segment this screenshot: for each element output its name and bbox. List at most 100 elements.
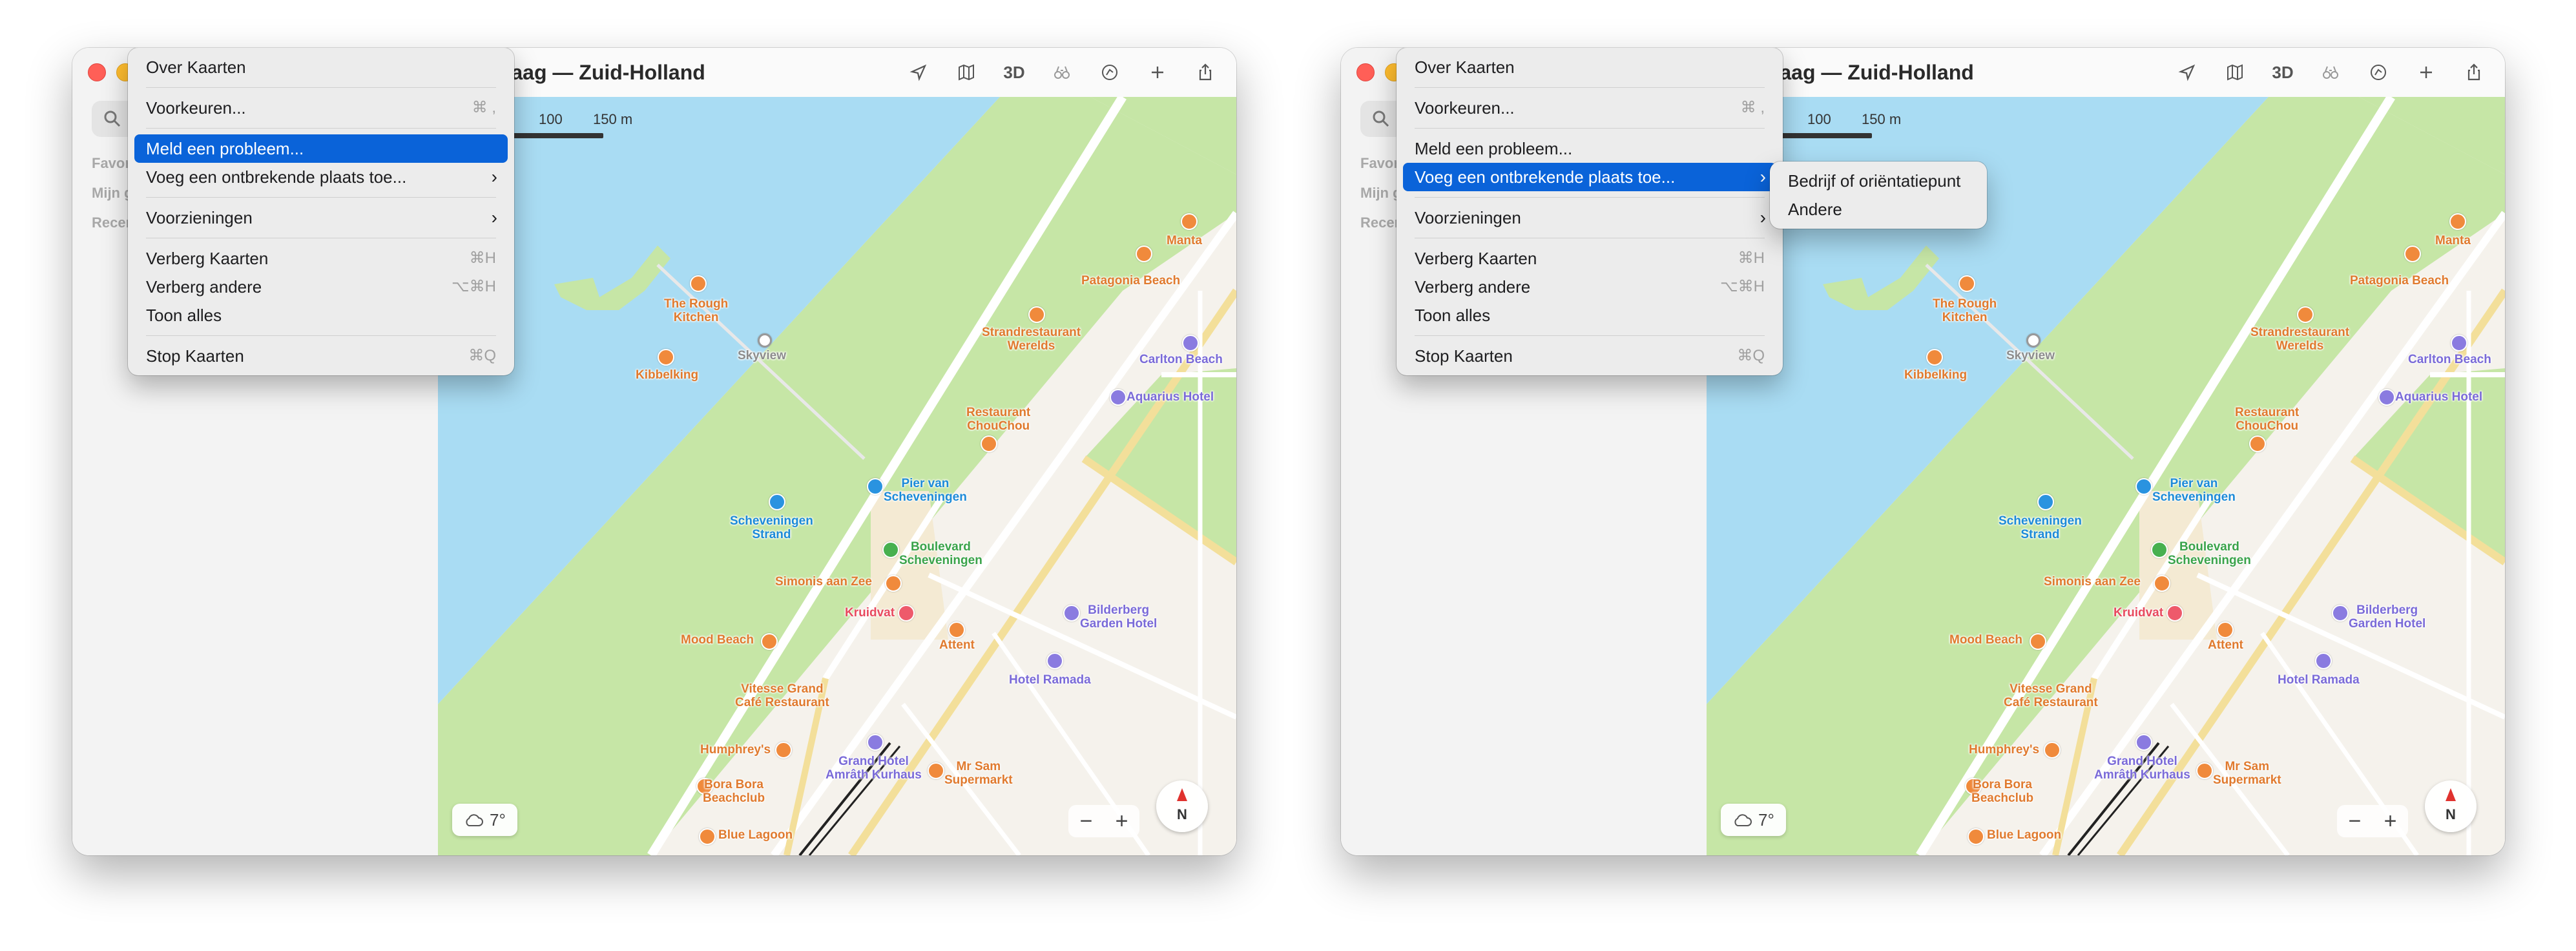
close-button[interactable] — [88, 63, 106, 81]
restaurant-pin[interactable] — [2217, 622, 2234, 638]
close-button[interactable] — [1356, 63, 1375, 81]
place-bluelagoon[interactable]: Blue Lagoon — [1987, 828, 2061, 842]
place-attent[interactable]: Attent — [2208, 638, 2243, 652]
zoom-out-button[interactable]: − — [1080, 809, 1093, 834]
restaurant-pin[interactable] — [761, 633, 778, 650]
menu-item-add-missing-place[interactable]: Voeg een ontbrekende plaats toe... › — [1403, 163, 1776, 191]
place-strandrestaurant[interactable]: Strandrestaurant Werelds — [2250, 326, 2349, 353]
place-vitesse[interactable]: Vitesse Grand Café Restaurant — [735, 682, 829, 709]
shop-pin[interactable] — [898, 605, 915, 622]
restaurant-pin[interactable] — [1958, 275, 1975, 292]
place-manta[interactable]: Manta — [2435, 234, 2471, 247]
menu-item-quit[interactable]: Stop Kaarten ⌘Q — [1403, 342, 1776, 370]
place-rough-kitchen[interactable]: The Rough Kitchen — [1933, 297, 1997, 324]
menu-item-hide[interactable]: Verberg Kaarten ⌘H — [134, 244, 508, 273]
map-view[interactable]: 0 100 150 m The RoughKitchen Skyview Kib… — [438, 97, 1236, 855]
place-boulevard[interactable]: Boulevard Scheveningen — [899, 540, 982, 567]
submenu-item-business-landmark[interactable]: Bedrijf of oriëntatiepunt — [1776, 167, 1980, 195]
place-humphreys[interactable]: Humphrey's — [1969, 743, 2039, 757]
submenu-item-other[interactable]: Andere — [1776, 195, 1980, 224]
location-arrow-icon[interactable] — [2166, 58, 2208, 87]
zoom-in-button[interactable]: + — [1116, 809, 1128, 834]
restaurant-pin[interactable] — [658, 349, 674, 366]
place-patagonia[interactable]: Patagonia Beach — [1081, 274, 1180, 287]
restaurant-pin[interactable] — [981, 435, 997, 452]
place-simonis[interactable]: Simonis aan Zee — [2044, 575, 2141, 589]
menu-item-hide[interactable]: Verberg Kaarten ⌘H — [1403, 244, 1776, 273]
place-borabora[interactable]: Bora Bora Beachclub — [703, 778, 765, 805]
share-icon[interactable] — [2453, 58, 2495, 87]
hotel-pin[interactable] — [2378, 389, 2395, 406]
place-moodbeach[interactable]: Mood Beach — [681, 633, 754, 647]
place-kruidvat[interactable]: Kruidvat — [2114, 606, 2163, 620]
restaurant-pin[interactable] — [1968, 828, 1984, 845]
compass[interactable]: N — [2425, 780, 2477, 832]
restaurant-pin[interactable] — [1136, 246, 1152, 262]
menu-item-report-problem[interactable]: Meld een probleem... — [1403, 134, 1776, 163]
hotel-pin[interactable] — [1182, 335, 1199, 351]
place-aquarius[interactable]: Aquarius Hotel — [1127, 390, 1214, 404]
menu-item-quit[interactable]: Stop Kaarten ⌘Q — [134, 342, 508, 370]
place-bilderberg[interactable]: Bilderberg Garden Hotel — [2349, 603, 2425, 631]
viewpoint-pin[interactable] — [2026, 333, 2041, 348]
hotel-pin[interactable] — [2315, 653, 2332, 669]
place-mrsam[interactable]: Mr Sam Supermarkt — [2213, 760, 2281, 787]
restaurant-pin[interactable] — [2249, 435, 2266, 452]
location-arrow-icon[interactable] — [898, 58, 939, 87]
route-icon[interactable] — [2358, 58, 2399, 87]
viewpoint-pin[interactable] — [758, 333, 772, 348]
supermarket-pin[interactable] — [928, 762, 944, 779]
hotel-pin[interactable] — [2135, 734, 2152, 751]
place-manta[interactable]: Manta — [1167, 234, 1202, 247]
place-pier[interactable]: Pier van Scheveningen — [2152, 477, 2236, 504]
place-rough-kitchen[interactable]: The Rough Kitchen — [664, 297, 728, 324]
place-carlton[interactable]: Carlton Beach — [2408, 353, 2491, 366]
place-kibbelking[interactable]: Kibbelking — [1904, 368, 1967, 382]
map-icon[interactable] — [946, 58, 987, 87]
menu-item-about[interactable]: Over Kaarten — [1403, 53, 1776, 81]
pier-pin[interactable] — [2135, 478, 2152, 495]
binoculars-icon[interactable] — [2310, 58, 2351, 87]
restaurant-pin[interactable] — [948, 622, 965, 638]
add-icon[interactable] — [1137, 58, 1178, 87]
place-strand[interactable]: Scheveningen Strand — [730, 514, 813, 541]
place-moodbeach[interactable]: Mood Beach — [1949, 633, 2022, 647]
park-pin[interactable] — [882, 541, 899, 558]
hotel-pin[interactable] — [1110, 389, 1127, 406]
park-pin[interactable] — [2151, 541, 2168, 558]
menu-item-hide-others[interactable]: Verberg andere ⌥⌘H — [134, 273, 508, 301]
beach-pin[interactable] — [2037, 494, 2054, 510]
restaurant-pin[interactable] — [2044, 742, 2061, 758]
place-attent[interactable]: Attent — [939, 638, 975, 652]
weather-widget[interactable]: 7° — [452, 804, 517, 836]
place-patagonia[interactable]: Patagonia Beach — [2350, 274, 2449, 287]
binoculars-icon[interactable] — [1041, 58, 1083, 87]
supermarket-pin[interactable] — [2196, 762, 2213, 779]
menu-item-preferences[interactable]: Voorkeuren... ⌘ , — [1403, 94, 1776, 122]
restaurant-pin[interactable] — [1028, 306, 1045, 323]
pier-pin[interactable] — [867, 478, 884, 495]
weather-widget[interactable]: 7° — [1721, 804, 1786, 836]
menu-item-preferences[interactable]: Voorkeuren... ⌘ , — [134, 94, 508, 122]
place-boulevard[interactable]: Boulevard Scheveningen — [2168, 540, 2251, 567]
restaurant-pin[interactable] — [2404, 246, 2421, 262]
place-bluelagoon[interactable]: Blue Lagoon — [718, 828, 793, 842]
place-skyview[interactable]: Skyview — [2006, 349, 2055, 362]
place-strand[interactable]: Scheveningen Strand — [1999, 514, 2082, 541]
compass[interactable]: N — [1156, 780, 1208, 832]
place-aquarius[interactable]: Aquarius Hotel — [2395, 390, 2482, 404]
place-bilderberg[interactable]: Bilderberg Garden Hotel — [1080, 603, 1157, 631]
place-chouchou[interactable]: Restaurant ChouChou — [966, 406, 1030, 433]
3d-button[interactable]: 3D — [2262, 58, 2303, 87]
place-kibbelking[interactable]: Kibbelking — [636, 368, 698, 382]
restaurant-pin[interactable] — [690, 275, 707, 292]
menu-item-report-problem[interactable]: Meld een probleem... — [134, 134, 508, 163]
share-icon[interactable] — [1185, 58, 1226, 87]
menu-item-services[interactable]: Voorzieningen › — [1403, 204, 1776, 232]
route-icon[interactable] — [1089, 58, 1130, 87]
restaurant-pin[interactable] — [2030, 633, 2046, 650]
restaurant-pin[interactable] — [2449, 213, 2466, 230]
restaurant-pin[interactable] — [2297, 306, 2314, 323]
restaurant-pin[interactable] — [775, 742, 792, 758]
shop-pin[interactable] — [2166, 605, 2183, 622]
